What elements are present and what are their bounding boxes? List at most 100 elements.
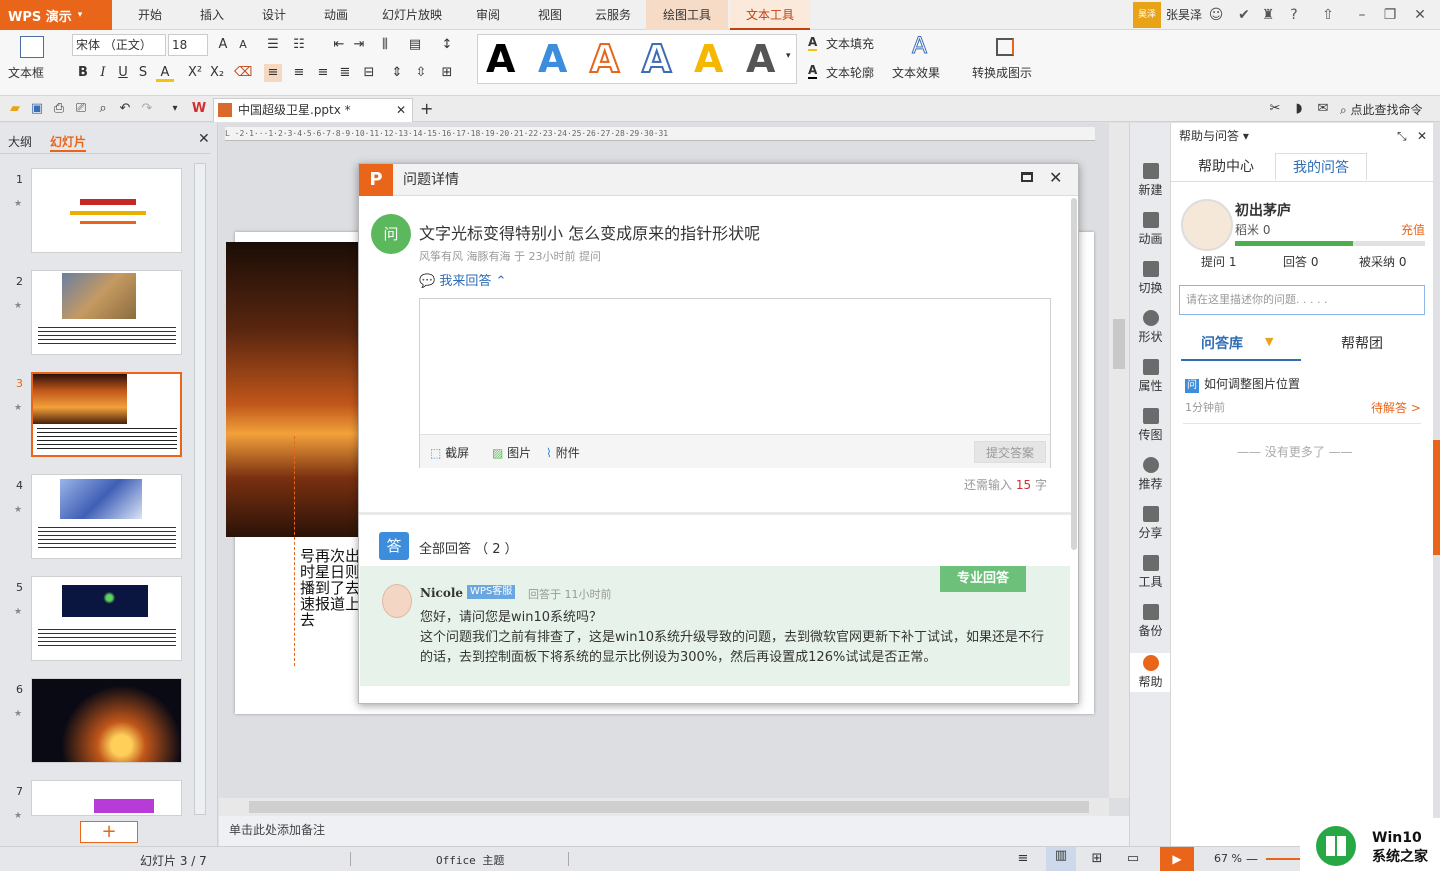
justify-icon[interactable]: ≣ bbox=[336, 64, 354, 82]
user-name[interactable]: 张昊泽 bbox=[1166, 0, 1202, 30]
export-pdf-icon[interactable]: ⎙ bbox=[50, 100, 68, 118]
clear-format-icon[interactable]: ⌫ bbox=[234, 64, 252, 82]
close-panel-icon[interactable]: ✕ bbox=[198, 131, 210, 147]
bullets-icon[interactable]: ☰ bbox=[264, 36, 282, 54]
shape-icon[interactable]: ◗ bbox=[1290, 100, 1308, 118]
slide-thumb-2[interactable] bbox=[31, 270, 182, 355]
my-answer-toggle[interactable]: 💬 我来回答 ⌃ bbox=[419, 270, 506, 289]
skin-icon[interactable]: ☺ bbox=[1206, 5, 1226, 25]
qa-list-item[interactable]: 问如何调整图片位置 bbox=[1185, 375, 1300, 393]
help-panel-header[interactable]: 帮助与问答 ▾ ⤡ ✕ bbox=[1171, 123, 1434, 149]
zoom-level[interactable]: 67 % bbox=[1214, 852, 1242, 865]
minimize-icon[interactable]: – bbox=[1352, 5, 1372, 25]
slide-thumb-3[interactable] bbox=[31, 372, 182, 457]
style-blue-outline-icon[interactable]: A bbox=[641, 36, 672, 82]
question-input[interactable]: 请在这里描述你的问题. . . . . bbox=[1179, 285, 1425, 315]
sidebar-item-backup[interactable]: 备份 bbox=[1130, 604, 1171, 639]
text-fill-button[interactable]: 文本填充 bbox=[826, 35, 874, 52]
filter-icon[interactable]: ▼ bbox=[1265, 335, 1273, 348]
submit-answer-button[interactable]: 提交答案 bbox=[974, 441, 1046, 463]
new-tab-icon[interactable]: + bbox=[420, 99, 433, 118]
font-color-icon[interactable]: A bbox=[156, 64, 174, 82]
shirt-icon[interactable]: ♜ bbox=[1258, 5, 1278, 25]
sidebar-item-properties[interactable]: 属性 bbox=[1130, 359, 1171, 394]
notes-toggle-icon[interactable]: ≡ bbox=[1014, 850, 1032, 868]
bold-icon[interactable]: B bbox=[74, 64, 92, 82]
indent-icon[interactable]: ⇥ bbox=[350, 36, 368, 54]
collapse-icon[interactable]: ⤡ bbox=[1397, 123, 1407, 149]
tab-help-center[interactable]: 帮助中心 bbox=[1181, 153, 1271, 181]
search-command[interactable]: ⌕ 点此查找命令 bbox=[1340, 101, 1423, 118]
distribute-icon[interactable]: ⊟ bbox=[360, 64, 378, 82]
tab-review[interactable]: 审阅 bbox=[464, 0, 512, 30]
tool-icon[interactable]: ✂ bbox=[1266, 100, 1284, 118]
line-spacing-icon[interactable]: ↕ bbox=[438, 36, 456, 54]
tab-drawing-tools[interactable]: 绘图工具 bbox=[646, 0, 728, 30]
print-preview-icon[interactable]: ⌕ bbox=[94, 100, 112, 118]
restore-icon[interactable]: ❐ bbox=[1380, 5, 1400, 25]
wps-doc-icon[interactable]: W bbox=[190, 100, 208, 118]
undo-icon[interactable]: ↶ bbox=[116, 100, 134, 118]
style-orange-outline-icon[interactable]: A bbox=[589, 36, 620, 82]
tab-animation[interactable]: 动画 bbox=[312, 0, 360, 30]
user-avatar[interactable]: 昊泽 bbox=[1133, 2, 1161, 28]
recharge-link[interactable]: 充值 bbox=[1401, 221, 1425, 238]
qa-item-status[interactable]: 待解答 > bbox=[1371, 399, 1421, 416]
insert-image-button[interactable]: ▨ 图片 bbox=[492, 444, 531, 461]
tab-design[interactable]: 设计 bbox=[250, 0, 298, 30]
text-outline-button[interactable]: 文本轮廓 bbox=[826, 64, 874, 81]
font-size-select[interactable]: 18 bbox=[168, 34, 208, 56]
numbering-icon[interactable]: ☷ bbox=[290, 36, 308, 54]
dialog-close-icon[interactable]: ✕ bbox=[1049, 168, 1062, 187]
tab-qa-library[interactable]: 问答库 bbox=[1201, 333, 1243, 353]
editor-vertical-scrollbar[interactable] bbox=[1109, 123, 1129, 798]
italic-icon[interactable]: I bbox=[94, 64, 112, 82]
sidebar-item-tools[interactable]: 工具 bbox=[1130, 555, 1171, 590]
tab-insert[interactable]: 插入 bbox=[188, 0, 236, 30]
columns-icon[interactable]: ⫼ bbox=[376, 36, 394, 54]
save-icon[interactable]: ▣ bbox=[28, 100, 46, 118]
sorter-view-icon[interactable]: ⊞ bbox=[1088, 850, 1106, 868]
style-black-icon[interactable]: A bbox=[486, 37, 515, 81]
style-gold-icon[interactable]: A bbox=[694, 37, 723, 81]
help-icon[interactable]: ? bbox=[1284, 5, 1304, 25]
subscript-icon[interactable]: X₂ bbox=[208, 64, 226, 82]
outdent-icon[interactable]: ⇤ bbox=[330, 36, 348, 54]
align-center-icon[interactable]: ≡ bbox=[290, 64, 308, 82]
panel-scrollbar[interactable] bbox=[194, 163, 206, 815]
tab-help-group[interactable]: 帮帮团 bbox=[1341, 333, 1383, 353]
font-name-select[interactable]: 宋体 （正文） bbox=[72, 34, 166, 56]
add-slide-button[interactable]: + bbox=[80, 821, 138, 843]
sidebar-item-recommend[interactable]: 推荐 bbox=[1130, 457, 1171, 492]
answer-username[interactable]: Nicole bbox=[420, 586, 463, 600]
sidebar-item-share[interactable]: 分享 bbox=[1130, 506, 1171, 541]
text-effect-button[interactable]: 文本效果 bbox=[892, 64, 940, 81]
style-gray-icon[interactable]: A bbox=[746, 37, 775, 81]
feedback-icon[interactable]: ✔ bbox=[1234, 5, 1254, 25]
increase-font-icon[interactable]: A bbox=[214, 36, 232, 54]
slide-thumb-5[interactable] bbox=[31, 576, 182, 661]
slide-thumb-4[interactable] bbox=[31, 474, 182, 559]
decrease-font-icon[interactable]: A bbox=[234, 36, 252, 54]
redo-icon[interactable]: ↷ bbox=[138, 100, 156, 118]
align-text-icon[interactable]: ⊞ bbox=[438, 64, 456, 82]
screenshot-button[interactable]: ⬚ 截屏 bbox=[430, 444, 469, 461]
paragraph-spacing-icon[interactable]: ⇕ bbox=[388, 64, 406, 82]
shadow-icon[interactable]: S bbox=[134, 64, 152, 82]
customize-icon[interactable]: ▾ bbox=[166, 100, 184, 118]
wps-app-menu-button[interactable]: WPS 演示 ▾ bbox=[0, 0, 112, 30]
dialog-scrollbar[interactable] bbox=[1071, 198, 1077, 550]
editor-horizontal-scrollbar[interactable] bbox=[219, 798, 1109, 816]
close-icon[interactable]: ✕ bbox=[1410, 5, 1430, 25]
gallery-more-icon[interactable]: ▾ bbox=[786, 51, 791, 61]
tab-slides[interactable]: 幻灯片 bbox=[50, 133, 87, 152]
slide-thumb-1[interactable] bbox=[31, 168, 182, 253]
comment-icon[interactable]: ✉ bbox=[1314, 100, 1332, 118]
sidebar-item-upload-image[interactable]: 传图 bbox=[1130, 408, 1171, 443]
slide-photo[interactable] bbox=[226, 242, 366, 537]
slide-text-box[interactable]: 号再次出时星日则播到了去速报道上去 bbox=[300, 548, 362, 648]
panel-handle[interactable] bbox=[1433, 440, 1440, 555]
reading-view-icon[interactable]: ▭ bbox=[1124, 850, 1142, 868]
tab-cloud[interactable]: 云服务 bbox=[588, 0, 638, 30]
convert-diagram-button[interactable]: 转换成图示 bbox=[972, 64, 1032, 81]
